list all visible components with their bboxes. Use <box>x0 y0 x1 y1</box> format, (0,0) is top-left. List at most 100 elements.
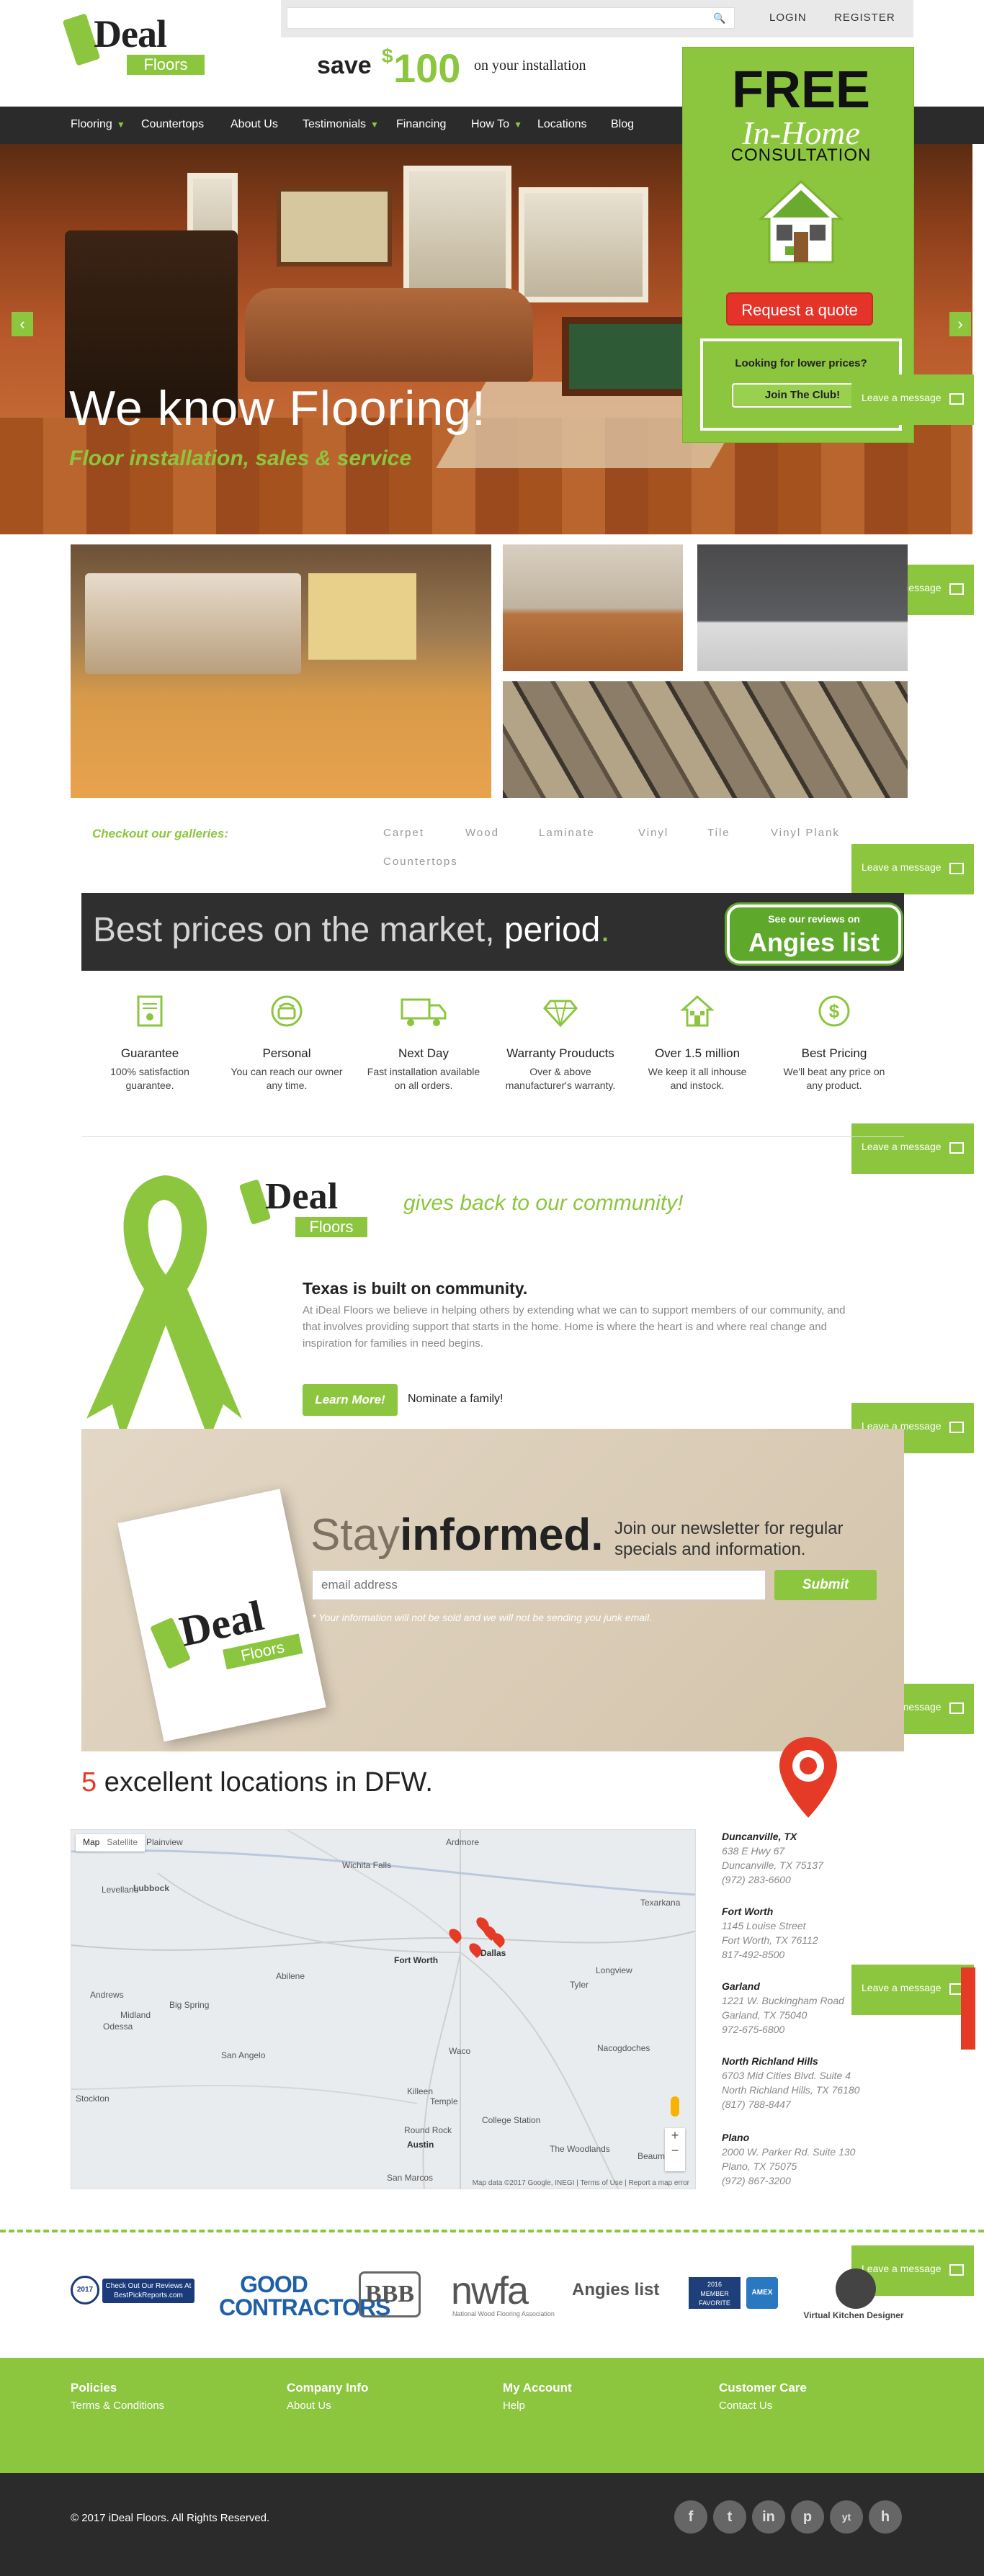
member-favorite-badge[interactable]: 2016 MEMBER FAVORITE AMEX <box>689 2268 787 2320</box>
nav-testimonials[interactable]: Testimonials ▼ <box>303 118 379 131</box>
footer-heading: Policies <box>71 2381 117 2395</box>
branch-phone[interactable]: (817) 788-8447 <box>722 2097 895 2111</box>
feature-desc: We'll beat any price on any product. <box>783 1066 885 1091</box>
amex-logo: AMEX <box>746 2277 778 2309</box>
location-pin-icon <box>779 1737 837 1818</box>
map-city: San Angelo <box>221 2050 266 2060</box>
map-type-map[interactable]: Map <box>83 1837 99 1847</box>
search-icon[interactable]: 🔍 <box>713 12 725 24</box>
bbb-badge[interactable]: BBB <box>354 2268 424 2320</box>
nav-locations[interactable]: Locations <box>537 118 587 131</box>
save-word: save <box>317 52 372 79</box>
copyright-text: © 2017 iDeal Floors. All Rights Reserved… <box>71 2512 270 2524</box>
search-input[interactable] <box>287 7 735 29</box>
gallery-link-carpet[interactable]: Carpet <box>383 827 424 839</box>
houzz-icon[interactable]: h <box>869 2500 902 2534</box>
hero-wall-map <box>277 187 392 266</box>
street-view-icon[interactable] <box>671 2096 679 2117</box>
branch-phone[interactable]: (972) 867-3200 <box>722 2173 895 2188</box>
nav-label: Locations <box>537 118 587 130</box>
zoom-out-icon[interactable]: − <box>665 2143 685 2158</box>
leave-message-tab[interactable]: Leave a message <box>851 374 974 425</box>
angies-list-logo[interactable]: Angies list <box>572 2268 673 2320</box>
branch-name: Fort Worth <box>722 1906 774 1917</box>
footer-link-about[interactable]: About Us <box>287 2400 331 2412</box>
footer-link-help[interactable]: Help <box>503 2400 525 2412</box>
map-city: Wichita Falls <box>342 1860 392 1870</box>
register-link[interactable]: REGISTER <box>834 12 895 24</box>
branch-phone[interactable]: 972-675-6800 <box>722 2022 895 2037</box>
gallery-link-laminate[interactable]: Laminate <box>539 827 595 839</box>
branch-phone[interactable]: 817-492-8500 <box>722 1947 895 1962</box>
nwfa-badge[interactable]: nwfa National Wood Flooring Association <box>451 2268 559 2320</box>
youtube-icon[interactable]: yt <box>830 2500 863 2534</box>
facebook-icon[interactable]: f <box>674 2500 707 2534</box>
request-quote-button[interactable]: Request a quote <box>726 292 873 326</box>
gallery-link-vinyl-plank[interactable]: Vinyl Plank <box>771 827 840 839</box>
best-prices-light: Best prices on the market, <box>93 911 504 949</box>
zoom-in-icon[interactable]: + <box>665 2128 685 2143</box>
gallery-link-tile[interactable]: Tile <box>707 827 730 839</box>
side-red-tab[interactable] <box>961 1967 975 2050</box>
feature-title: Over 1.5 million <box>654 1046 741 1060</box>
chevron-down-icon: ▼ <box>370 120 379 130</box>
angies-list-badge[interactable]: See our reviews on Angies list <box>727 905 901 964</box>
slider-prev-button[interactable]: ‹ <box>12 312 33 336</box>
kitchen-designer-badge[interactable]: Virtual Kitchen Designer <box>800 2268 908 2320</box>
gallery-link-countertops[interactable]: Countertops <box>383 856 458 868</box>
feature-title: Next Day <box>398 1046 449 1060</box>
best-prices-banner: Best prices on the market, period. See o… <box>81 893 904 971</box>
gallery-tile-wood[interactable] <box>71 544 491 798</box>
branch-address: 6703 Mid Cities Blvd. Suite 4 <box>722 2070 851 2081</box>
nav-blog[interactable]: Blog <box>611 118 634 131</box>
nav-countertops[interactable]: Countertops <box>141 118 204 131</box>
locations-map[interactable]: Map Satellite Lubbock Wichita Falls Ardm… <box>71 1829 696 2189</box>
kitchen-designer-icon <box>836 2268 876 2309</box>
twitter-icon[interactable]: t <box>713 2500 746 2534</box>
slider-next-button[interactable]: › <box>949 312 971 336</box>
svg-text:$: $ <box>829 1000 840 1022</box>
nominate-link[interactable]: Nominate a family! <box>408 1393 504 1406</box>
nav-financing[interactable]: Financing <box>396 118 446 131</box>
submit-button[interactable]: Submit <box>774 1570 877 1600</box>
login-link[interactable]: LOGIN <box>769 12 807 24</box>
linkedin-icon[interactable]: in <box>752 2500 785 2534</box>
gallery-tile-tile[interactable] <box>697 544 908 671</box>
community-logo: Deal Floors <box>238 1175 396 1240</box>
nav-about-us[interactable]: About Us <box>231 118 278 131</box>
gallery-tile-laminate[interactable] <box>503 544 683 671</box>
branch-name: Garland <box>722 1980 760 1992</box>
nav-how-to[interactable]: How To ▼ <box>471 118 522 131</box>
feature-personal: Personal You can reach our owner any tim… <box>222 994 352 1092</box>
nav-flooring[interactable]: Flooring ▼ <box>71 118 125 131</box>
gallery-link-vinyl[interactable]: Vinyl <box>638 827 668 839</box>
pinterest-icon[interactable]: p <box>791 2500 824 2534</box>
chat-icon <box>949 2264 964 2276</box>
hero-title: We know Flooring! <box>69 381 486 436</box>
leave-message-tab[interactable]: Leave a message <box>851 844 974 894</box>
bestpick-badge[interactable]: 2017 Check Out Our Reviews At BestPickRe… <box>71 2268 194 2320</box>
footer-heading: Customer Care <box>719 2381 807 2395</box>
branch-duncanville: Duncanville, TX 638 E Hwy 67 Duncanville… <box>722 1829 895 1887</box>
gallery-tile-carpet[interactable] <box>503 681 908 798</box>
locations-heading: 5 excellent locations in DFW. <box>81 1767 433 1798</box>
map-city: Longview <box>596 1965 632 1975</box>
footer-link-terms[interactable]: Terms & Conditions <box>71 2400 164 2412</box>
feature-best-pricing: $ Best Pricing We'll beat any price on a… <box>769 994 899 1092</box>
good-contractors-badge[interactable]: GOOD CONTRACTORS <box>219 2268 390 2320</box>
truck-icon <box>401 998 447 1026</box>
map-type-satellite[interactable]: Satellite <box>107 1837 138 1847</box>
map-city: Stockton <box>76 2093 109 2104</box>
learn-more-button[interactable]: Learn More! <box>303 1384 398 1416</box>
leave-message-tab[interactable]: Leave a message <box>851 1123 974 1174</box>
gallery-link-wood[interactable]: Wood <box>465 827 499 839</box>
branch-phone[interactable]: (972) 283-6600 <box>722 1872 895 1887</box>
footer-link-contact[interactable]: Contact Us <box>719 2400 772 2412</box>
branch-name: Plano <box>722 2132 750 2143</box>
site-logo[interactable]: Deal Floors <box>62 10 206 75</box>
map-type-toggle[interactable]: Map Satellite <box>76 1834 146 1852</box>
member-favorite-label: MEMBER FAVORITE <box>699 2290 730 2307</box>
map-zoom-control[interactable]: + − <box>665 2128 685 2171</box>
tile-bed <box>85 573 301 674</box>
email-input[interactable] <box>312 1570 766 1600</box>
